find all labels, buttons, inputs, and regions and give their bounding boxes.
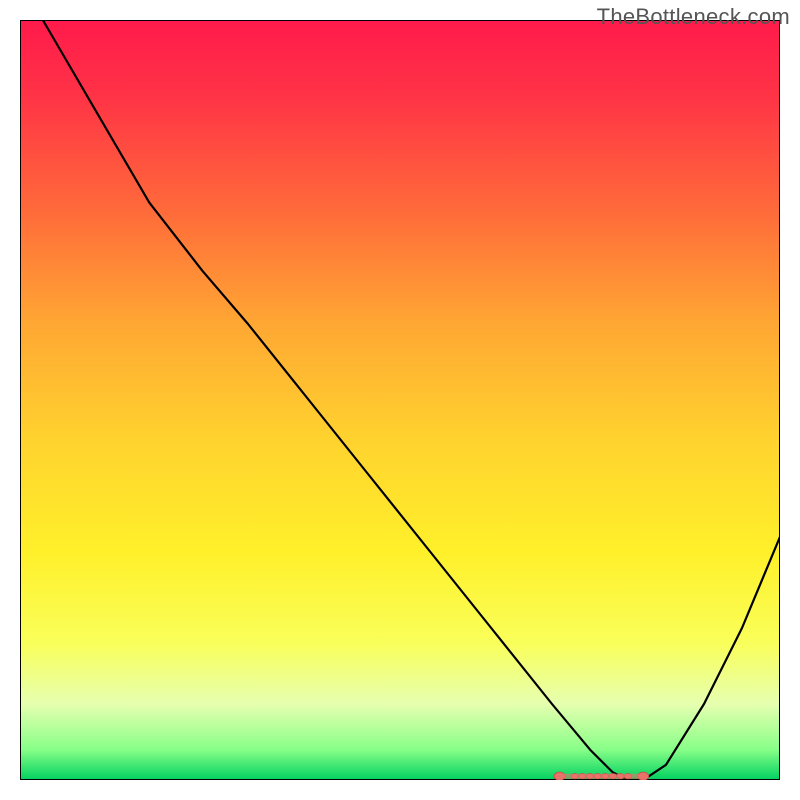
chart-background [20, 20, 780, 780]
chart-svg [20, 20, 780, 780]
watermark-text: TheBottleneck.com [597, 4, 790, 30]
bottleneck-chart [20, 20, 780, 780]
